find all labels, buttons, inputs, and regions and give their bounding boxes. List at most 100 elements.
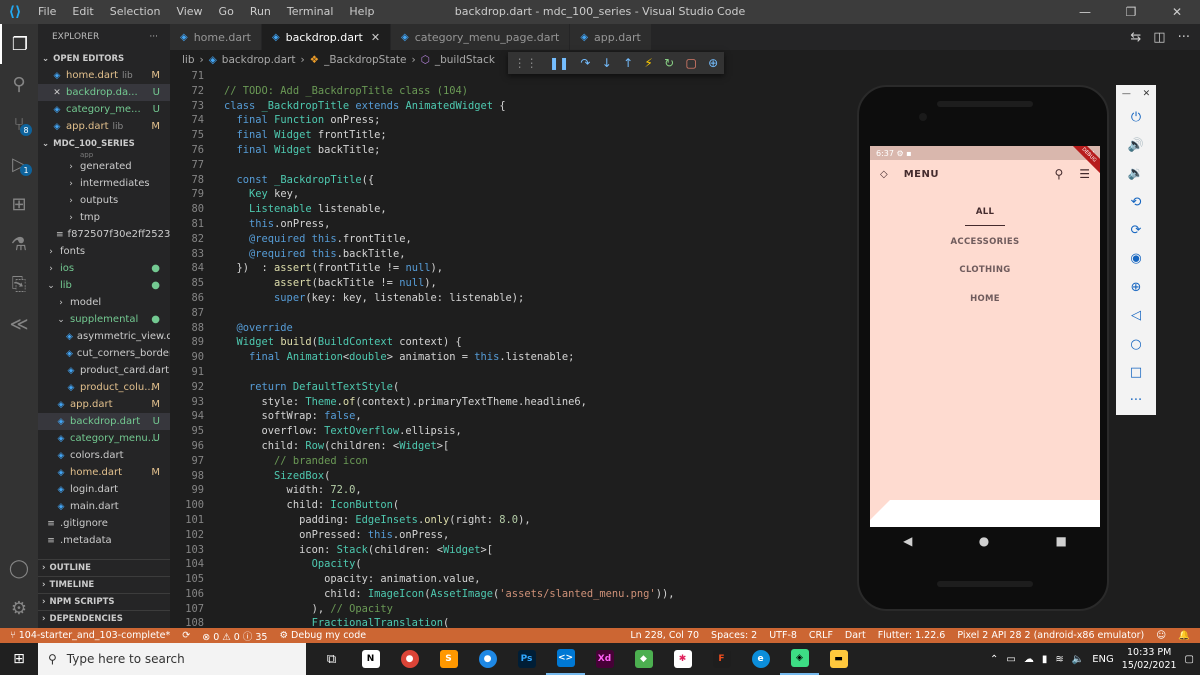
restore-button[interactable]: ❐ xyxy=(1108,0,1154,24)
task-view-icon[interactable]: ⧉ xyxy=(312,643,351,675)
breadcrumb-lib[interactable]: lib xyxy=(182,54,195,66)
volume-up-icon[interactable]: 🔊 xyxy=(1116,131,1156,159)
notification-center-icon[interactable]: ▢ xyxy=(1185,654,1194,665)
rotate-left-icon[interactable]: ⟲ xyxy=(1116,188,1156,216)
search-icon[interactable]: ⚲ xyxy=(0,64,38,104)
close-icon[interactable]: ✕ xyxy=(52,88,62,98)
overview-icon[interactable]: □ xyxy=(1116,358,1156,386)
dependencies-section[interactable]: › DEPENDENCIES xyxy=(38,610,170,627)
app-icon[interactable]: ● xyxy=(468,643,507,675)
search-icon[interactable]: ⚲ xyxy=(1054,167,1063,181)
stop-icon[interactable]: ▢ xyxy=(686,56,697,70)
more-actions-icon[interactable]: ··· xyxy=(1178,30,1190,45)
shrine-diamond-icon[interactable]: ◇ xyxy=(880,169,888,180)
run-debug-icon[interactable]: ▷ 1 xyxy=(0,144,38,184)
tree-item[interactable]: ◈asymmetric_view.d... xyxy=(38,328,170,345)
close-tab-icon[interactable]: ✕ xyxy=(371,31,380,44)
npm-scripts-section[interactable]: › NPM SCRIPTS xyxy=(38,593,170,610)
edge-icon[interactable]: e xyxy=(741,643,780,675)
tree-item[interactable]: › ios ● xyxy=(38,260,170,277)
windows-start-icon[interactable]: ⊞ xyxy=(0,643,38,675)
tablet-icon[interactable]: ▭ xyxy=(1006,654,1015,665)
language-indicator[interactable]: ENG xyxy=(1092,654,1114,665)
menu-go[interactable]: Go xyxy=(211,0,242,24)
tree-item[interactable]: ◈ main.dart xyxy=(38,498,170,515)
restart-icon[interactable]: ↻ xyxy=(664,56,674,70)
cursor-position[interactable]: Ln 228, Col 70 xyxy=(630,630,699,641)
network-icon[interactable]: ☁ xyxy=(1024,654,1034,665)
xd-icon[interactable]: Xd xyxy=(585,643,624,675)
tree-item[interactable]: ◈ colors.dart xyxy=(38,447,170,464)
minimize-button[interactable]: — xyxy=(1062,0,1108,24)
open-editor-item[interactable]: ✕ backdrop.da... U xyxy=(38,84,170,101)
menu-selection[interactable]: Selection xyxy=(102,0,169,24)
chevron-up-icon[interactable]: ⌃ xyxy=(990,654,998,665)
tab-home-dart[interactable]: ◈ home.dart xyxy=(170,24,262,50)
settings-gear-icon[interactable]: ⚙ xyxy=(0,588,38,628)
tree-item[interactable]: › tmp xyxy=(38,209,170,226)
step-into-icon[interactable]: ↓ xyxy=(602,56,612,70)
notion-icon[interactable]: N xyxy=(351,643,390,675)
minimize-icon[interactable]: — xyxy=(1122,89,1131,99)
slack-icon[interactable]: ✱ xyxy=(663,643,702,675)
testing-icon[interactable]: ⚗ xyxy=(0,224,38,264)
file-explorer-icon[interactable]: ▬ xyxy=(819,643,858,675)
device-selector[interactable]: Pixel 2 API 28 2 (android-x86 emulator) xyxy=(957,630,1144,641)
indentation[interactable]: Spaces: 2 xyxy=(711,630,757,641)
explorer-icon[interactable]: ❐ xyxy=(0,24,38,64)
tree-item[interactable]: ◈ home.dart M xyxy=(38,464,170,481)
step-out-icon[interactable]: ↑ xyxy=(623,56,633,70)
category-home[interactable]: HOME xyxy=(870,289,1100,318)
back-icon[interactable]: ◀ xyxy=(903,534,912,548)
notifications-icon[interactable]: 🔔 xyxy=(1178,630,1190,641)
recents-icon[interactable]: ■ xyxy=(1056,534,1067,548)
volume-icon[interactable]: 🔈 xyxy=(1072,654,1084,665)
category-all[interactable]: ALL xyxy=(870,202,1100,231)
tree-item[interactable]: ◈ backdrop.dart U xyxy=(38,413,170,430)
tree-item[interactable]: › outputs xyxy=(38,192,170,209)
debug-status[interactable]: ⚙ Debug my code xyxy=(279,630,366,641)
tree-item[interactable]: ◈cut_corners_border... xyxy=(38,345,170,362)
menu-run[interactable]: Run xyxy=(242,0,279,24)
git-branch[interactable]: ⑂ 104-starter_and_103-complete* xyxy=(10,630,170,641)
language-mode[interactable]: Dart xyxy=(845,630,866,641)
figma-icon[interactable]: F xyxy=(702,643,741,675)
menu-help[interactable]: Help xyxy=(341,0,382,24)
menu-edit[interactable]: Edit xyxy=(64,0,101,24)
feedback-icon[interactable]: ☺ xyxy=(1156,630,1166,641)
problems-indicator[interactable]: ⊗ 0 ⚠ 0 ⓘ 35 xyxy=(202,629,267,643)
tree-item[interactable]: ≡ .gitignore xyxy=(38,515,170,532)
volume-down-icon[interactable]: 🔉 xyxy=(1116,160,1156,188)
breadcrumb-method[interactable]: _buildStack xyxy=(435,54,495,66)
android-studio-icon[interactable]: ◈ xyxy=(780,643,819,675)
battery-icon[interactable]: ▮ xyxy=(1042,654,1048,665)
back-icon[interactable]: ◁ xyxy=(1116,302,1156,330)
open-editor-item[interactable]: ◈ app.dart lib M xyxy=(38,118,170,135)
devtools-icon[interactable]: ⊕ xyxy=(708,56,718,70)
timeline-section[interactable]: › TIMELINE xyxy=(38,576,170,593)
sublime-icon[interactable]: S xyxy=(429,643,468,675)
outline-section[interactable]: › OUTLINE xyxy=(38,559,170,576)
compare-icon[interactable]: ⇆ xyxy=(1130,30,1141,45)
front-layer[interactable] xyxy=(870,500,1100,527)
open-editor-item[interactable]: ◈ home.dart lib M xyxy=(38,67,170,84)
breadcrumb-class[interactable]: _BackdropState xyxy=(324,54,406,66)
tree-item[interactable]: ◈ product_card.dart xyxy=(38,362,170,379)
close-window-button[interactable]: ✕ xyxy=(1154,0,1200,24)
tree-item[interactable]: › intermediates xyxy=(38,175,170,192)
code-editor[interactable]: 71 72 // TODO: Add _BackdropTitle class (… xyxy=(170,70,850,628)
vscode-taskbar-icon[interactable]: <> xyxy=(546,643,585,675)
tune-icon[interactable]: ☰ xyxy=(1079,167,1090,181)
account-icon[interactable]: ◯ xyxy=(0,548,38,588)
camera-icon[interactable]: ◉ xyxy=(1116,245,1156,273)
tree-item[interactable]: ⌄ lib ● xyxy=(38,277,170,294)
step-over-icon[interactable]: ↷ xyxy=(580,56,590,70)
menu-file[interactable]: File xyxy=(30,0,64,24)
sync-icon[interactable]: ⟳ xyxy=(182,630,190,641)
photoshop-icon[interactable]: Ps xyxy=(507,643,546,675)
gitkraken-icon[interactable]: ◆ xyxy=(624,643,663,675)
drag-handle-icon[interactable]: ⋮⋮ xyxy=(514,56,538,70)
encoding[interactable]: UTF-8 xyxy=(769,630,797,641)
tree-item[interactable]: ◈ app.dart M xyxy=(38,396,170,413)
chrome-icon[interactable]: ● xyxy=(390,643,429,675)
